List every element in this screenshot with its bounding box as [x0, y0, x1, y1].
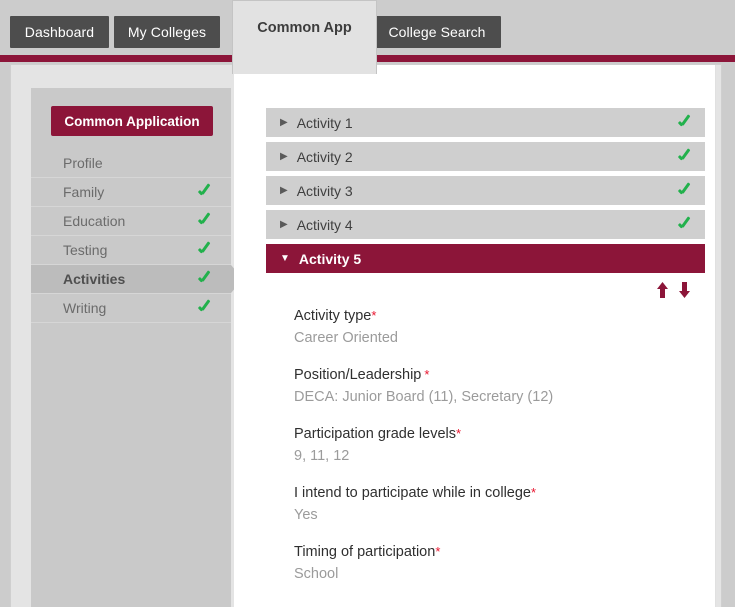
field-value: Career Oriented	[294, 328, 705, 348]
common-application-button-label: Common Application	[64, 114, 199, 129]
activity-row-label: Activity 2	[297, 149, 353, 165]
check-icon	[198, 299, 213, 318]
chevron-right-icon: ▶	[280, 118, 288, 128]
field-activity-type: Activity type* Career Oriented	[294, 306, 705, 348]
content-panel: ▶ Activity 1 ▶ Activity 2 ▶ Activity 3 ▶…	[234, 65, 716, 607]
field-label: Position/Leadership*	[294, 365, 705, 385]
activity-row-label: Activity 3	[297, 183, 353, 199]
header-accent-rule-left	[0, 55, 232, 62]
activity-row-4[interactable]: ▶ Activity 4	[266, 210, 705, 239]
activity-row-label: Activity 4	[297, 217, 353, 233]
check-icon	[198, 241, 213, 260]
sidebar-item-family[interactable]: Family	[31, 178, 231, 207]
tab-common-app-label: Common App	[257, 20, 352, 36]
tab-dashboard-label: Dashboard	[25, 24, 94, 40]
required-asterisk: *	[456, 426, 461, 441]
check-icon	[198, 212, 213, 231]
field-value: DECA: Junior Board (11), Secretary (12)	[294, 387, 705, 407]
field-value: 9, 11, 12	[294, 446, 705, 466]
activity-field-list: Activity type* Career Oriented Position/…	[266, 273, 705, 584]
sidebar-nav-list: Profile Family Education Testing Activit…	[31, 149, 231, 323]
activity-row-1[interactable]: ▶ Activity 1	[266, 108, 705, 137]
chevron-right-icon: ▶	[280, 220, 288, 230]
check-icon	[678, 147, 693, 166]
field-label: Timing of participation*	[294, 542, 705, 562]
sidebar-item-profile[interactable]: Profile	[31, 149, 231, 178]
move-up-arrow-icon[interactable]	[656, 282, 669, 298]
activities-accordion: ▶ Activity 1 ▶ Activity 2 ▶ Activity 3 ▶…	[266, 108, 705, 594]
field-position-leadership: Position/Leadership* DECA: Junior Board …	[294, 365, 705, 407]
required-asterisk: *	[424, 367, 429, 382]
field-intend-to-participate: I intend to participate while in college…	[294, 483, 705, 525]
field-label: I intend to participate while in college…	[294, 483, 705, 503]
field-value: Yes	[294, 505, 705, 525]
field-timing-of-participation: Timing of participation* School	[294, 542, 705, 584]
chevron-right-icon: ▶	[280, 186, 288, 196]
header-accent-rule-right	[377, 55, 735, 62]
field-value: School	[294, 564, 705, 584]
sidebar-item-label: Family	[63, 184, 104, 200]
page-container: Common Application Profile Family Educat…	[10, 64, 722, 607]
required-asterisk: *	[435, 544, 440, 559]
field-label: Activity type*	[294, 306, 705, 326]
sidebar-item-label: Testing	[63, 242, 107, 258]
common-application-button[interactable]: Common Application	[51, 106, 213, 136]
activity-row-5[interactable]: ▼ Activity 5	[266, 244, 705, 273]
check-icon	[198, 183, 213, 202]
sidebar-item-label: Education	[63, 213, 125, 229]
field-label: Participation grade levels*	[294, 424, 705, 444]
tab-dashboard[interactable]: Dashboard	[10, 16, 109, 48]
required-asterisk: *	[371, 308, 376, 323]
field-participation-grade-levels: Participation grade levels* 9, 11, 12	[294, 424, 705, 466]
sidebar-item-testing[interactable]: Testing	[31, 236, 231, 265]
chevron-down-icon: ▼	[280, 254, 290, 264]
sidebar-item-activities[interactable]: Activities	[31, 265, 231, 294]
sidebar-item-label: Activities	[63, 271, 125, 287]
check-icon	[198, 270, 213, 289]
chevron-right-icon: ▶	[280, 152, 288, 162]
activity-row-label: Activity 5	[299, 251, 361, 267]
sidebar-item-education[interactable]: Education	[31, 207, 231, 236]
sidebar: Common Application Profile Family Educat…	[31, 88, 231, 607]
tab-my-colleges[interactable]: My Colleges	[114, 16, 220, 48]
activity-row-2[interactable]: ▶ Activity 2	[266, 142, 705, 171]
reorder-controls	[656, 282, 691, 298]
tab-college-search[interactable]: College Search	[373, 16, 501, 48]
sidebar-item-writing[interactable]: Writing	[31, 294, 231, 323]
activity-5-details: Activity type* Career Oriented Position/…	[266, 273, 705, 594]
tab-college-search-label: College Search	[388, 24, 485, 40]
tab-bar: Dashboard My Colleges College Search Com…	[0, 0, 735, 62]
tab-common-app[interactable]: Common App	[232, 0, 377, 74]
sidebar-item-label: Writing	[63, 300, 106, 316]
check-icon	[678, 215, 693, 234]
tab-my-colleges-label: My Colleges	[128, 24, 206, 40]
check-icon	[678, 113, 693, 132]
required-asterisk: *	[531, 485, 536, 500]
sidebar-item-label: Profile	[63, 155, 103, 171]
move-down-arrow-icon[interactable]	[678, 282, 691, 298]
activity-row-3[interactable]: ▶ Activity 3	[266, 176, 705, 205]
activity-row-label: Activity 1	[297, 115, 353, 131]
check-icon	[678, 181, 693, 200]
